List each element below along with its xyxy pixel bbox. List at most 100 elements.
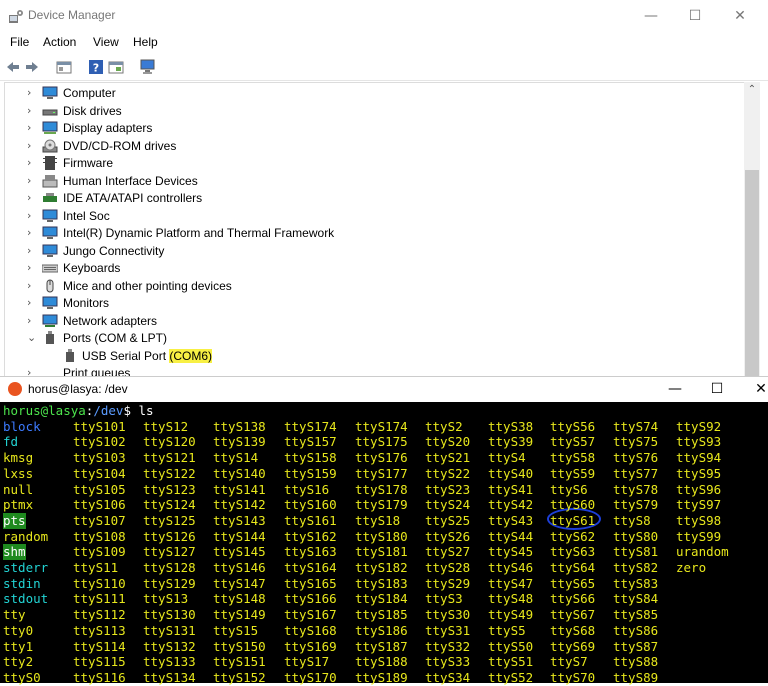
dev-entry: ttyS104 bbox=[73, 465, 126, 481]
tree-item-intel-soc[interactable]: › Intel Soc bbox=[5, 208, 725, 225]
dev-entry: ttyS86 bbox=[613, 622, 659, 638]
dev-entry: zero bbox=[676, 560, 707, 575]
tree-item-jungo[interactable]: › Jungo Connectivity bbox=[5, 243, 725, 260]
maximize-button[interactable]: ☐ bbox=[680, 6, 710, 26]
dev-entry: ttyS185 bbox=[355, 607, 408, 623]
tree-item-monitors[interactable]: › Monitors bbox=[5, 295, 725, 312]
scan-hardware-icon[interactable] bbox=[140, 59, 156, 75]
tree-item-display-adapters[interactable]: › Display adapters bbox=[5, 120, 725, 137]
dev-entry: ttyS82 bbox=[613, 560, 659, 575]
chevron-right-icon[interactable]: › bbox=[27, 244, 39, 257]
tree-item-ports[interactable]: ⌄ Ports (COM & LPT) bbox=[5, 330, 725, 347]
tree-item-computer[interactable]: › Computer bbox=[5, 85, 725, 102]
scroll-up-icon[interactable]: ⌃ bbox=[744, 82, 760, 98]
dev-entry: ttyS62 bbox=[550, 528, 596, 544]
properties-icon[interactable] bbox=[56, 59, 72, 75]
chevron-right-icon[interactable]: › bbox=[27, 296, 39, 309]
dev-entry: ttyS142 bbox=[213, 497, 266, 513]
hid-icon bbox=[42, 174, 58, 187]
dev-entry: ttyS3 bbox=[425, 591, 463, 607]
dev-entry: ttyS64 bbox=[550, 560, 596, 575]
tree-item-ide-controllers[interactable]: › IDE ATA/ATAPI controllers bbox=[5, 190, 725, 207]
dev-entry: ttyS34 bbox=[425, 669, 471, 685]
chevron-right-icon[interactable]: › bbox=[27, 261, 39, 274]
chevron-right-icon[interactable]: › bbox=[27, 279, 39, 292]
dev-entry: ttyS50 bbox=[488, 638, 534, 654]
dev-entry: ttyS75 bbox=[613, 434, 659, 450]
dev-entry: ttyS131 bbox=[143, 622, 196, 638]
dev-entry: ttyS164 bbox=[284, 560, 337, 575]
back-arrow-icon[interactable] bbox=[5, 59, 21, 75]
dev-entry: ttyS18 bbox=[355, 512, 401, 528]
terminal-window: horus@lasya: /dev — ☐ ✕ horus@lasya:/dev… bbox=[0, 376, 768, 685]
terminal-output[interactable]: horus@lasya:/dev$ ls block fd kmsg lxss null… bbox=[0, 403, 768, 685]
dev-entry: ttyS85 bbox=[613, 607, 659, 623]
dev-entry: ttyS66 bbox=[550, 591, 596, 607]
dev-entry: ttyS70 bbox=[550, 669, 596, 685]
dev-entry: ttyS157 bbox=[284, 434, 337, 450]
dev-entry: ttyS6 bbox=[550, 481, 588, 497]
chevron-right-icon[interactable]: › bbox=[27, 226, 39, 239]
tree-item-dvd-drives[interactable]: › DVD/CD-ROM drives bbox=[5, 138, 725, 155]
menu-bar: File Action View Help bbox=[0, 32, 768, 52]
toolbar: ? bbox=[0, 54, 768, 81]
forward-arrow-icon[interactable] bbox=[24, 59, 40, 75]
tree-item-intel-dptf[interactable]: › Intel(R) Dynamic Platform and Thermal … bbox=[5, 225, 725, 242]
chevron-right-icon[interactable]: › bbox=[27, 209, 39, 222]
tree-scrollbar[interactable]: ⌃ bbox=[744, 82, 760, 380]
tree-item-label: Display adapters bbox=[63, 121, 153, 135]
update-driver-icon[interactable] bbox=[108, 59, 124, 75]
dev-entry: ttyS111 bbox=[73, 591, 126, 607]
scroll-thumb[interactable] bbox=[745, 170, 759, 380]
tree-item-label: Firmware bbox=[63, 156, 113, 170]
dev-entry: ttyS20 bbox=[425, 434, 471, 450]
chevron-right-icon[interactable]: › bbox=[27, 104, 39, 117]
chevron-right-icon[interactable]: › bbox=[27, 121, 39, 134]
dev-entry: ttyS133 bbox=[143, 654, 196, 670]
chevron-right-icon[interactable]: › bbox=[27, 156, 39, 169]
help-icon[interactable]: ? bbox=[88, 59, 104, 75]
chevron-right-icon[interactable]: › bbox=[27, 191, 39, 204]
dev-entry: ttyS4 bbox=[488, 450, 526, 466]
menu-view[interactable]: View bbox=[93, 35, 119, 49]
dev-entry: ttyS5 bbox=[488, 622, 526, 638]
menu-help[interactable]: Help bbox=[133, 35, 158, 49]
tree-item-mice[interactable]: › Mice and other pointing devices bbox=[5, 278, 725, 295]
chevron-right-icon[interactable]: › bbox=[27, 174, 39, 187]
monitor-icon bbox=[42, 244, 58, 257]
dev-entry: tty1 bbox=[3, 638, 34, 654]
svg-text:?: ? bbox=[93, 62, 99, 75]
dev-entry: ttyS84 bbox=[613, 591, 659, 607]
terminal-close-button[interactable]: ✕ bbox=[746, 379, 768, 399]
port-icon bbox=[66, 348, 74, 362]
menu-action[interactable]: Action bbox=[43, 35, 76, 49]
tree-item-network-adapters[interactable]: › Network adapters bbox=[5, 313, 725, 330]
minimize-button[interactable]: — bbox=[636, 6, 666, 26]
tree-item-firmware[interactable]: › Firmware bbox=[5, 155, 725, 172]
chevron-right-icon[interactable]: › bbox=[27, 314, 39, 327]
dev-entry: ttyS177 bbox=[355, 465, 408, 481]
dev-entry: ttyS188 bbox=[355, 654, 408, 670]
terminal-maximize-button[interactable]: ☐ bbox=[702, 379, 732, 399]
dev-entry: ttyS130 bbox=[143, 607, 196, 623]
dev-entry: stdin bbox=[3, 575, 41, 591]
dev-entry: ttyS141 bbox=[213, 481, 266, 497]
terminal-minimize-button[interactable]: — bbox=[660, 379, 690, 399]
dev-entry: ttyS125 bbox=[143, 512, 196, 528]
dev-entry: ttyS77 bbox=[613, 465, 659, 481]
tree-item-disk-drives[interactable]: › Disk drives bbox=[5, 103, 725, 120]
tree-item-keyboards[interactable]: › Keyboards bbox=[5, 260, 725, 277]
dev-entry: ttyS105 bbox=[73, 481, 126, 497]
menu-file[interactable]: File bbox=[10, 35, 29, 49]
tree-item-usb-serial-port[interactable]: USB Serial Port (COM6) bbox=[5, 348, 725, 365]
device-manager-titlebar: Device Manager — ☐ ✕ bbox=[0, 0, 768, 32]
mouse-icon bbox=[46, 279, 54, 292]
dev-entry: ttyS58 bbox=[550, 450, 596, 466]
close-button[interactable]: ✕ bbox=[725, 6, 755, 26]
chevron-right-icon[interactable]: › bbox=[27, 139, 39, 152]
dev-entry: ttyS122 bbox=[143, 465, 196, 481]
chevron-down-icon[interactable]: ⌄ bbox=[27, 331, 39, 344]
dev-entry: ttyS129 bbox=[143, 575, 196, 591]
chevron-right-icon[interactable]: › bbox=[27, 86, 39, 99]
tree-item-hid[interactable]: › Human Interface Devices bbox=[5, 173, 725, 190]
